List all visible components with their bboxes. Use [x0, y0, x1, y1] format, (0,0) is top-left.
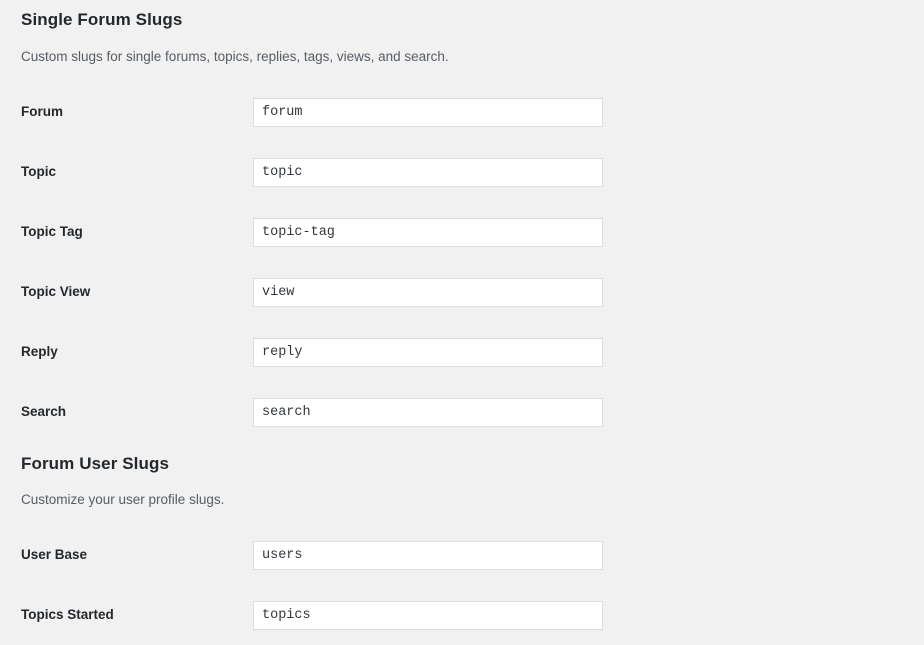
section-title-forum-user-slugs: Forum User Slugs	[21, 454, 169, 474]
form-field-cell-topics-started	[253, 585, 924, 645]
search-slug-input[interactable]	[253, 398, 603, 427]
label-topic-tag: Topic Tag	[21, 224, 83, 239]
topics-started-slug-input[interactable]	[253, 601, 603, 630]
form-label-cell-user-base: User Base	[0, 525, 253, 585]
form-label-cell-topic: Topic	[0, 142, 253, 202]
section-description-single-forum-slugs: Custom slugs for single forums, topics, …	[21, 48, 449, 67]
form-label-cell-forum: Forum	[0, 82, 253, 142]
forum-slug-input[interactable]	[253, 98, 603, 127]
form-label-cell-topics-started: Topics Started	[0, 585, 253, 645]
settings-page: Single Forum Slugs Custom slugs for sing…	[0, 0, 924, 644]
topic-tag-slug-input[interactable]	[253, 218, 603, 247]
form-label-cell-reply: Reply	[0, 322, 253, 382]
form-field-cell-user-base	[253, 525, 924, 585]
label-topics-started: Topics Started	[21, 607, 114, 622]
label-search: Search	[21, 404, 66, 419]
section-description-forum-user-slugs: Customize your user profile slugs.	[21, 491, 224, 510]
form-row-reply: Reply	[0, 322, 924, 382]
form-field-cell-search	[253, 382, 924, 442]
form-row-forum: Forum	[0, 82, 924, 142]
label-forum: Forum	[21, 104, 63, 119]
form-label-cell-search: Search	[0, 382, 253, 442]
form-field-cell-reply	[253, 322, 924, 382]
label-reply: Reply	[21, 344, 58, 359]
form-row-topic: Topic	[0, 142, 924, 202]
user-base-slug-input[interactable]	[253, 541, 603, 570]
label-topic: Topic	[21, 164, 56, 179]
single-forum-slugs-form-table: Forum Topic Topic Tag	[0, 82, 924, 442]
label-topic-view: Topic View	[21, 284, 90, 299]
form-field-cell-topic-tag	[253, 202, 924, 262]
label-user-base: User Base	[21, 547, 87, 562]
topic-view-slug-input[interactable]	[253, 278, 603, 307]
form-row-search: Search	[0, 382, 924, 442]
topic-slug-input[interactable]	[253, 158, 603, 187]
reply-slug-input[interactable]	[253, 338, 603, 367]
form-field-cell-forum	[253, 82, 924, 142]
forum-user-slugs-form-table: User Base Topics Started	[0, 525, 924, 645]
form-label-cell-topic-view: Topic View	[0, 262, 253, 322]
form-field-cell-topic	[253, 142, 924, 202]
form-row-topic-view: Topic View	[0, 262, 924, 322]
form-label-cell-topic-tag: Topic Tag	[0, 202, 253, 262]
section-title-single-forum-slugs: Single Forum Slugs	[21, 10, 182, 30]
form-field-cell-topic-view	[253, 262, 924, 322]
form-row-user-base: User Base	[0, 525, 924, 585]
form-row-topics-started: Topics Started	[0, 585, 924, 645]
form-row-topic-tag: Topic Tag	[0, 202, 924, 262]
